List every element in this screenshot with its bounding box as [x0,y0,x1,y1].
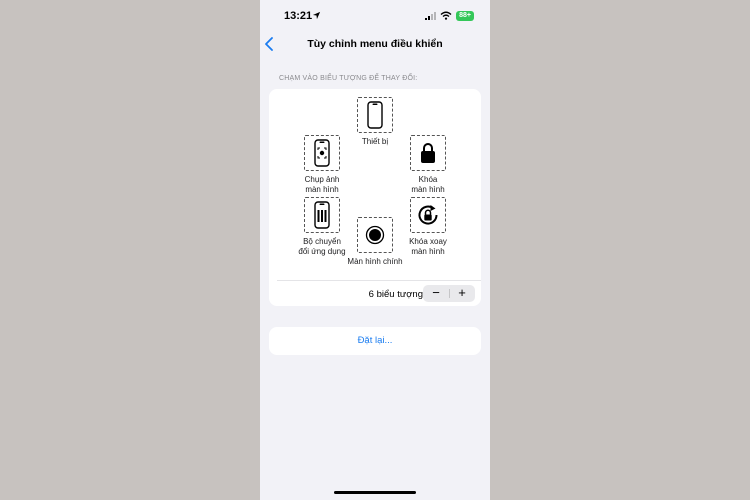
battery-icon: 88+ [456,11,474,21]
status-time: 13:21 [284,10,313,22]
status-bar: 13:21 88+ [260,0,490,32]
slot-app-switcher-label: Bộ chuyển đổi ứng dụng [298,237,346,256]
slot-device-label: Thiết bị [361,137,389,146]
screenshot-icon [314,139,330,167]
slot-home[interactable] [357,217,393,253]
icon-count-stepper: − + [423,285,475,302]
lock-icon [421,143,435,163]
cellular-signal-icon [425,12,436,20]
home-button-icon [365,225,385,245]
decrement-button[interactable]: − [423,285,449,302]
slot-device[interactable] [357,97,393,133]
icon-layout-card: Thiết bị Chụp ảnh màn hình Khóa màn hình [269,89,481,306]
increment-button[interactable]: + [449,285,475,302]
slot-screenshot-label: Chụp ảnh màn hình [304,175,340,194]
phone-screen: 13:21 88+ Tùy chỉnh menu điều khiển CHẠM… [260,0,490,500]
slot-screenshot[interactable] [304,135,340,171]
section-header: CHẠM VÀO BIỂU TƯỢNG ĐỂ THAY ĐỔI: [279,75,418,82]
reset-card: Đặt lại... [269,327,481,355]
slot-lock-screen[interactable] [410,135,446,171]
slot-app-switcher[interactable] [304,197,340,233]
reset-button[interactable]: Đặt lại... [269,327,481,355]
location-arrow-icon [312,11,321,20]
slot-rotation-lock[interactable] [410,197,446,233]
wifi-icon [440,11,452,20]
home-indicator[interactable] [334,491,416,494]
rotation-lock-icon [418,205,438,225]
slot-home-label: Màn hình chính [347,257,403,266]
slot-rotation-lock-label: Khóa xoay màn hình [409,237,447,256]
icon-count-label: 6 biểu tượng [368,289,423,300]
divider [277,280,481,281]
page-title: Tùy chỉnh menu điều khiển [307,38,443,50]
device-phone-icon [367,101,383,129]
slot-lock-screen-label: Khóa màn hình [411,175,445,194]
app-switcher-icon [314,201,330,229]
